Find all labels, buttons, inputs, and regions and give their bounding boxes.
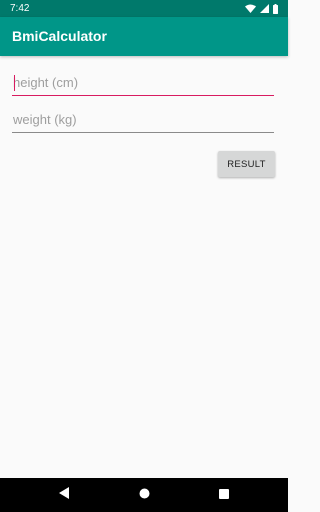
home-button[interactable]: [124, 478, 164, 512]
back-icon: [59, 486, 69, 504]
wifi-icon: [245, 4, 256, 13]
status-icons: [245, 0, 278, 17]
home-icon: [139, 486, 150, 504]
recents-button[interactable]: [204, 478, 244, 512]
status-time: 7:42: [10, 3, 30, 14]
recents-icon: [219, 486, 229, 504]
weight-input[interactable]: [12, 107, 274, 133]
result-button[interactable]: RESULT: [218, 151, 275, 177]
signal-icon: [260, 4, 269, 13]
back-button[interactable]: [44, 478, 84, 512]
navigation-bar: [0, 478, 288, 512]
battery-icon: [273, 3, 278, 14]
app-bar: BmiCalculator: [0, 17, 288, 56]
height-input[interactable]: [12, 70, 274, 96]
status-bar: 7:42: [0, 0, 288, 17]
text-cursor: [14, 75, 15, 91]
app-title: BmiCalculator: [12, 28, 107, 44]
